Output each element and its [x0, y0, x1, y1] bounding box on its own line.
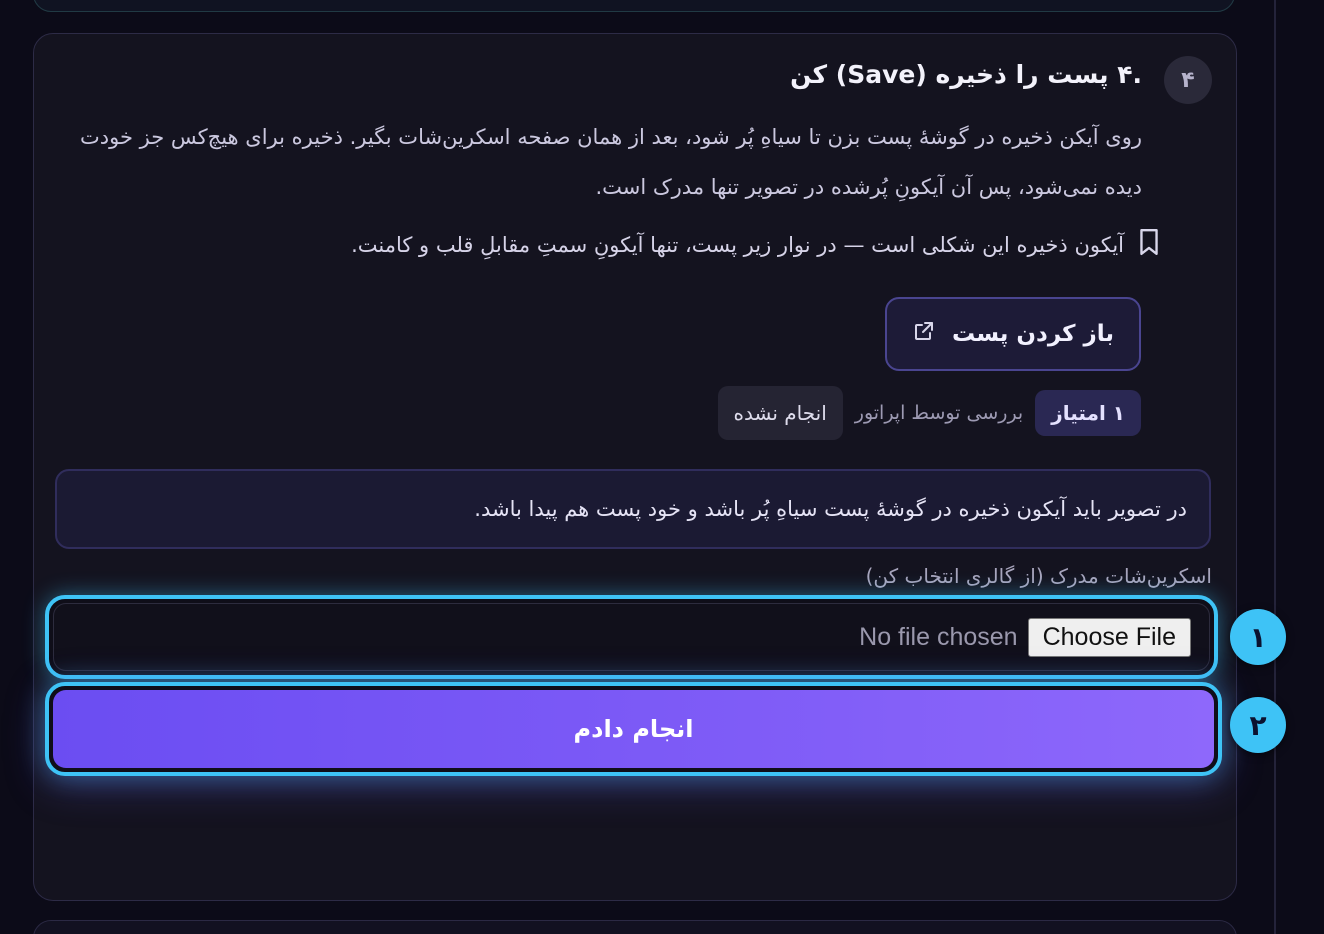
annotation-badge-file: ۱	[1230, 609, 1286, 665]
bookmark-note-text: آیکون ذخیره این شکلی است — در نوار زیر پ…	[351, 232, 1124, 257]
bookmark-note: آیکون ذخیره این شکلی است — در نوار زیر پ…	[351, 228, 1162, 261]
file-input-highlight: Choose File No file chosen	[45, 595, 1218, 679]
previous-step-card	[33, 0, 1235, 12]
hint-box: در تصویر باید آیکون ذخیره در گوشهٔ پست س…	[55, 469, 1211, 549]
file-status: No file chosen	[859, 622, 1018, 651]
step-number-badge: ۴	[1164, 56, 1212, 104]
status-badge: انجام نشده	[717, 386, 843, 440]
step-description: روی آیکن ذخیره در گوشهٔ پست بزن تا سیاهِ…	[80, 125, 1142, 199]
reviewer-text: بررسی توسط اپراتور	[854, 402, 1024, 424]
page: ۴ .۴ پست را ذخیره (Save) کن روی آیکن ذخی…	[0, 0, 1324, 934]
open-post-label: باز کردن پست	[951, 321, 1115, 347]
scroll-rail	[1274, 0, 1276, 934]
external-link-icon	[912, 319, 936, 349]
file-input[interactable]: Choose File No file chosen	[53, 603, 1210, 671]
choose-file-button[interactable]: Choose File	[1027, 617, 1191, 657]
points-badge: ۱ امتیاز	[1035, 390, 1141, 436]
open-post-button[interactable]: باز کردن پست	[885, 297, 1141, 371]
bookmark-icon	[1136, 228, 1162, 261]
step-title: .۴ پست را ذخیره (Save) کن	[790, 60, 1142, 89]
step-meta: ۱ امتیاز بررسی توسط اپراتور انجام نشده	[717, 386, 1141, 440]
step-card: ۴ .۴ پست را ذخیره (Save) کن روی آیکن ذخی…	[33, 33, 1237, 901]
annotation-badge-submit: ۲	[1230, 697, 1286, 753]
next-step-card	[33, 920, 1237, 934]
hint-text: در تصویر باید آیکون ذخیره در گوشهٔ پست س…	[474, 497, 1187, 521]
submit-highlight: انجام دادم	[45, 682, 1222, 776]
submit-button[interactable]: انجام دادم	[53, 690, 1214, 768]
submit-label: انجام دادم	[573, 715, 694, 743]
upload-label: اسکرین‌شات مدرک (از گالری انتخاب کن)	[865, 564, 1212, 588]
